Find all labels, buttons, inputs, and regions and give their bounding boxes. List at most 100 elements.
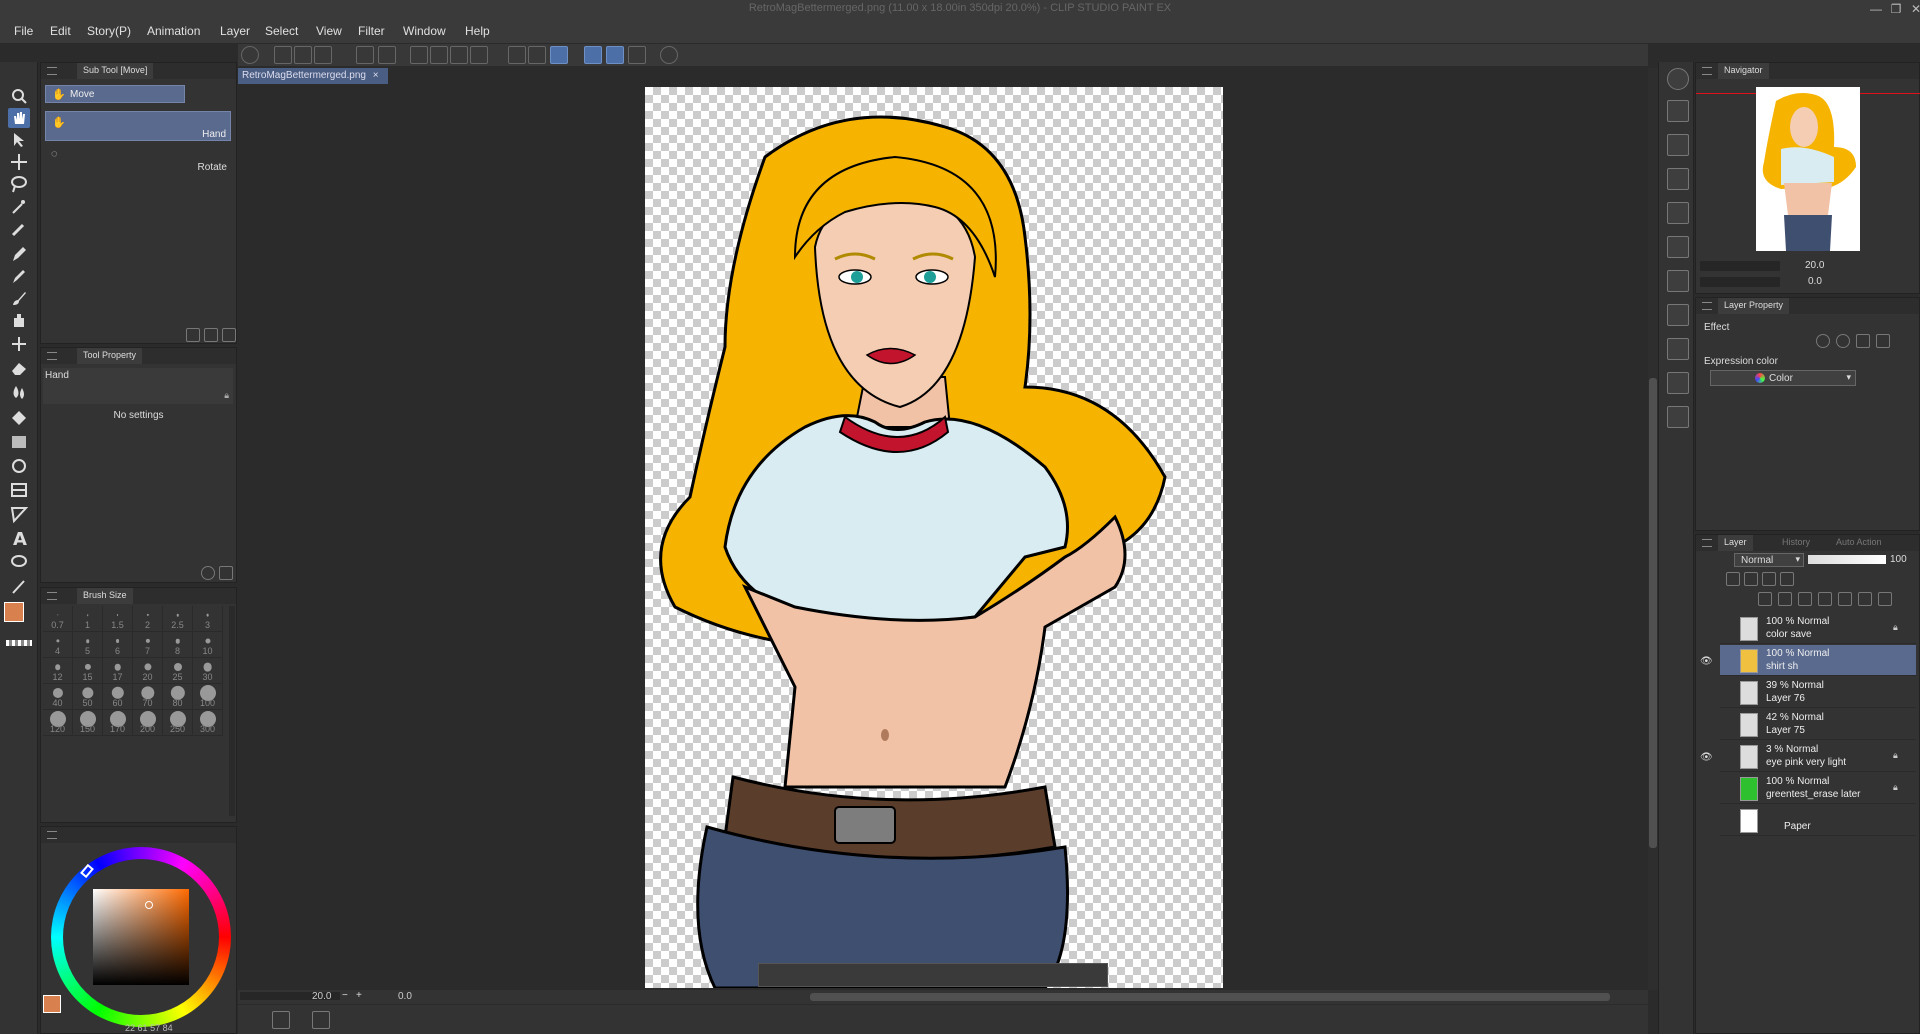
lock-layer-icon[interactable] — [1762, 572, 1776, 586]
layer-row[interactable]: 100 % Normal shirt sh — [1720, 645, 1916, 676]
fill-icon[interactable] — [450, 46, 468, 64]
brush-size-cell[interactable]: 25 — [163, 658, 193, 684]
lock-transparency-icon[interactable] — [1780, 572, 1794, 586]
menu-help[interactable]: Help — [465, 24, 490, 38]
navigate-icon[interactable] — [312, 1011, 330, 1029]
document-tab-close-icon[interactable]: × — [373, 70, 379, 81]
brush-size-cell[interactable]: 8 — [163, 632, 193, 658]
tool-property-tab[interactable]: Tool Property — [77, 348, 143, 364]
horizontal-scrollbar[interactable] — [810, 993, 1610, 1001]
brush-size-cell[interactable]: 0.7 — [43, 606, 73, 632]
panel-grip-icon[interactable] — [1702, 539, 1712, 547]
brush-size-cell[interactable]: 3 — [193, 606, 223, 632]
brush-size-cell[interactable]: 170 — [103, 710, 133, 736]
approximate-color-icon[interactable] — [1667, 372, 1689, 394]
brush-size-cell[interactable]: 250 — [163, 710, 193, 736]
menu-layer[interactable]: Layer — [220, 24, 250, 38]
correct-line-tool-icon[interactable] — [8, 576, 30, 596]
apply-mask-icon[interactable] — [1858, 592, 1872, 606]
navigator-zoom-value[interactable]: 20.0 — [1805, 260, 1824, 271]
airbrush-tool-icon[interactable] — [8, 310, 30, 330]
reference-layer-icon[interactable] — [1744, 572, 1758, 586]
effect-tone-icon[interactable] — [1836, 334, 1850, 348]
brush-size-cell[interactable]: 12 — [43, 658, 73, 684]
sub-tool-group-move[interactable]: ✋ Move — [45, 85, 185, 103]
lock-icon[interactable]: 🔒︎ — [1893, 782, 1903, 794]
brush-size-tab[interactable]: Brush Size — [77, 588, 133, 604]
layer-row[interactable]: Paper — [1720, 805, 1916, 836]
clip-layer-icon[interactable] — [1726, 572, 1740, 586]
object-tool-icon[interactable] — [8, 130, 30, 150]
close-button[interactable]: ✕ — [1902, 0, 1920, 18]
crop-icon[interactable] — [470, 46, 488, 64]
menu-animation[interactable]: Animation — [147, 24, 200, 38]
color-history-icon[interactable] — [1667, 406, 1689, 428]
pen-tool-icon[interactable] — [8, 244, 30, 264]
hand-tool-icon[interactable] — [8, 108, 30, 128]
brush-size-cell[interactable]: 6 — [103, 632, 133, 658]
document-tab[interactable]: RetroMagBettermerged.png × — [238, 68, 388, 84]
redo-icon[interactable] — [378, 46, 396, 64]
undo-icon[interactable] — [356, 46, 374, 64]
brush-size-cell[interactable]: 5 — [73, 632, 103, 658]
item-bank-icon[interactable] — [1667, 168, 1689, 190]
pencil-tool-icon[interactable] — [8, 266, 30, 286]
transform-icon[interactable] — [430, 46, 448, 64]
subtool-settings-icon[interactable] — [186, 328, 200, 342]
material-icon[interactable] — [1667, 100, 1689, 122]
expression-color-select[interactable]: Color ▾ — [1710, 370, 1856, 386]
brush-size-cell[interactable]: 80 — [163, 684, 193, 710]
layer-row[interactable]: 3 % Normal eye pink very light — [1720, 741, 1916, 772]
brush-size-cell[interactable]: 200 — [133, 710, 163, 736]
panel-grip-icon[interactable] — [47, 67, 57, 75]
lock-icon[interactable]: 🔒︎ — [224, 390, 229, 401]
figure-tool-icon[interactable] — [8, 456, 30, 476]
gradient-tool-icon[interactable] — [8, 432, 30, 452]
panel-grip-icon[interactable] — [1702, 67, 1712, 75]
color-picker-cursor[interactable] — [145, 901, 153, 909]
blend-tool-icon[interactable] — [8, 382, 30, 402]
panel-grip-icon[interactable] — [47, 592, 57, 600]
navigator-angle-slider[interactable] — [1700, 277, 1780, 287]
merge-down-icon[interactable] — [1818, 592, 1832, 606]
lasso-tool-icon[interactable] — [8, 174, 30, 194]
zoom-in-icon[interactable]: + — [356, 990, 362, 1001]
brush-size-cell[interactable]: 10 — [193, 632, 223, 658]
navigator-tab[interactable]: Navigator — [1718, 63, 1769, 79]
layer-tab[interactable]: Layer — [1718, 535, 1753, 551]
brush-size-cell[interactable]: 4 — [43, 632, 73, 658]
quick-access-icon[interactable] — [1667, 270, 1689, 292]
brush-size-cell[interactable]: 150 — [73, 710, 103, 736]
eye-icon[interactable]: 👁︎ — [1700, 752, 1714, 766]
layer-mask-icon[interactable] — [1838, 592, 1852, 606]
zoom-value[interactable]: 20.0 — [312, 991, 331, 1002]
balloon-tool-icon[interactable] — [8, 552, 30, 572]
snap-grid-icon[interactable] — [628, 46, 646, 64]
layer-property-tab[interactable]: Layer Property — [1718, 298, 1790, 314]
new-folder-icon[interactable] — [1798, 592, 1812, 606]
drawing-canvas[interactable] — [645, 87, 1223, 988]
brush-size-cell[interactable]: 1 — [73, 606, 103, 632]
layer-search-icon[interactable] — [1667, 236, 1689, 258]
brush-size-cell[interactable]: 70 — [133, 684, 163, 710]
angle-value[interactable]: 0.0 — [398, 991, 412, 1002]
frame-border-tool-icon[interactable] — [8, 480, 30, 500]
subtool-delete-icon[interactable] — [222, 328, 236, 342]
layer-row[interactable]: 100 % Normal color save — [1720, 613, 1916, 644]
intermediate-color-icon[interactable] — [1667, 338, 1689, 360]
magic-wand-tool-icon[interactable] — [8, 196, 30, 216]
new-vector-layer-icon[interactable] — [1778, 592, 1792, 606]
history-tab[interactable]: History — [1782, 537, 1810, 547]
panel-grip-icon[interactable] — [47, 831, 57, 839]
effect-layer-color-icon[interactable] — [1856, 334, 1870, 348]
eyedropper-tool-icon[interactable] — [8, 218, 30, 238]
main-color-chip[interactable] — [43, 995, 61, 1013]
auto-action-tab[interactable]: Auto Action — [1836, 537, 1882, 547]
brush-size-cell[interactable]: 300 — [193, 710, 223, 736]
tool-property-search-icon[interactable] — [219, 566, 233, 580]
layer-row[interactable]: 39 % Normal Layer 76 — [1720, 677, 1916, 708]
move-layer-tool-icon[interactable] — [8, 152, 30, 172]
brush-size-cell[interactable]: 15 — [73, 658, 103, 684]
eraser-tool-icon[interactable] — [8, 358, 30, 378]
layer-row[interactable]: 42 % Normal Layer 75 — [1720, 709, 1916, 740]
